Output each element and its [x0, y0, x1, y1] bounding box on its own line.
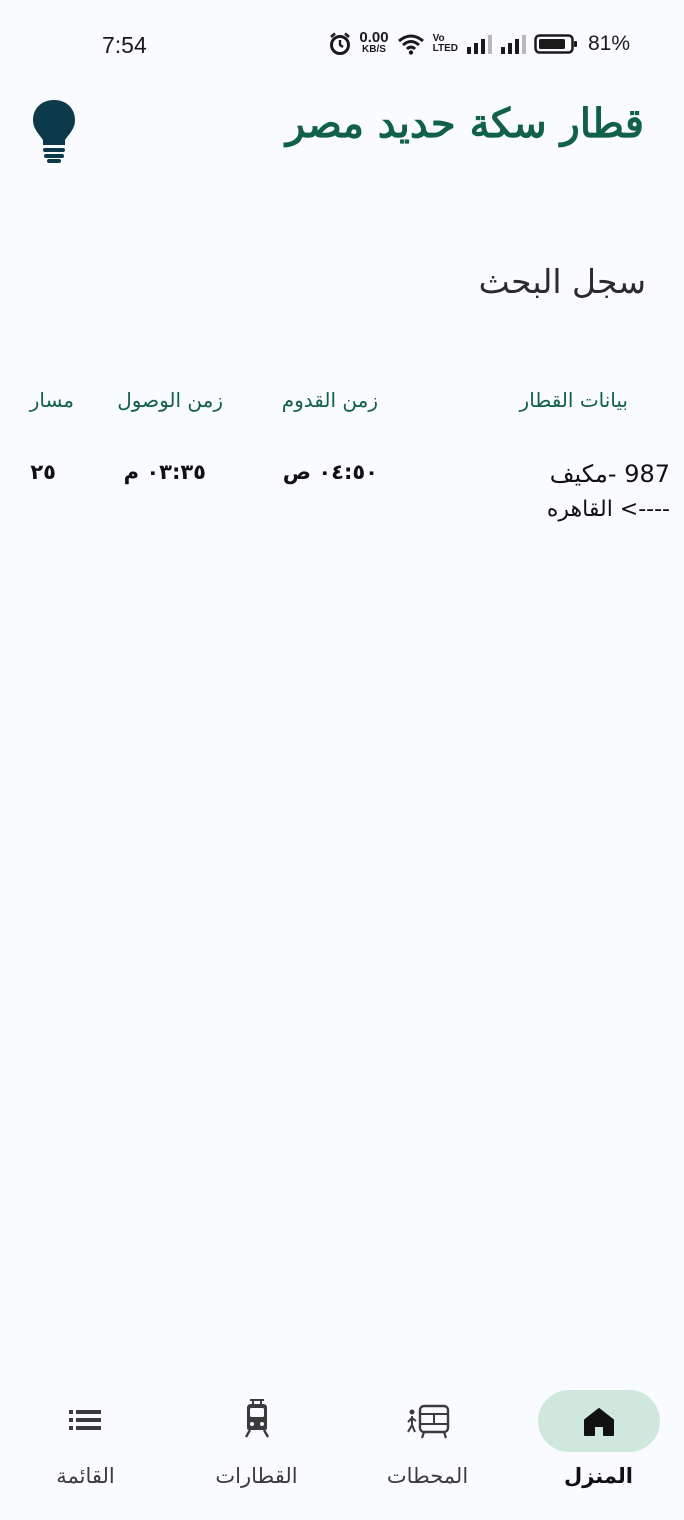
wifi-icon: [397, 33, 425, 55]
battery-icon: [534, 33, 578, 55]
app-title: قطار سكة حديد مصر: [285, 100, 644, 147]
battery-percent: 81%: [587, 32, 630, 55]
train-icon: [235, 1399, 279, 1440]
volte-indicator: Vo LTED: [432, 33, 458, 54]
status-time: 7:54: [102, 32, 147, 58]
net-speed: 0.00 KB/S: [359, 29, 389, 55]
nav-item-trains[interactable]: القطارات: [171, 1370, 342, 1520]
train-number: 987 -مكيف: [549, 460, 670, 488]
nav-label-home: المنزل: [563, 1464, 634, 1488]
nav-label-trains: القطارات: [215, 1464, 298, 1488]
status-icons: 0.00 KB/S Vo LTED 81%: [329, 29, 630, 56]
list-icon: [64, 1404, 108, 1440]
status-bar: 7:54 0.00 KB/S Vo LTED 81%: [0, 0, 684, 92]
column-header-train-info: بيانات القطار: [519, 388, 628, 412]
column-header-platform: مسار: [29, 388, 74, 412]
nav-item-stations[interactable]: المحطات: [342, 1370, 513, 1520]
bottom-navigation: المنزل المحطات القطارات القائمة: [0, 1370, 684, 1520]
nav-item-menu[interactable]: القائمة: [0, 1370, 171, 1520]
column-header-departure: زمن القدوم: [281, 388, 378, 412]
home-icon: [577, 1404, 621, 1440]
train-destination: ----> القاهره: [546, 497, 670, 522]
alarm-icon: [329, 32, 351, 56]
signal-icon: [500, 34, 526, 54]
history-title: سجل البحث: [478, 262, 646, 301]
train-info-cell: 987 -مكيف ----> القاهره: [470, 456, 670, 528]
lightbulb-icon[interactable]: [30, 98, 78, 164]
arrival-time: ٠٣:٣٥ م: [123, 460, 206, 484]
nav-item-home[interactable]: المنزل: [513, 1370, 684, 1520]
departure-time: ٠٤:٥٠ ص: [282, 460, 378, 484]
nav-label-menu: القائمة: [56, 1464, 115, 1488]
platform-number: ٢٥: [30, 460, 56, 484]
column-header-arrival: زمن الوصول: [117, 388, 223, 412]
nav-label-stations: المحطات: [386, 1464, 469, 1488]
signal-icon: [466, 34, 492, 54]
station-icon: [406, 1404, 450, 1440]
